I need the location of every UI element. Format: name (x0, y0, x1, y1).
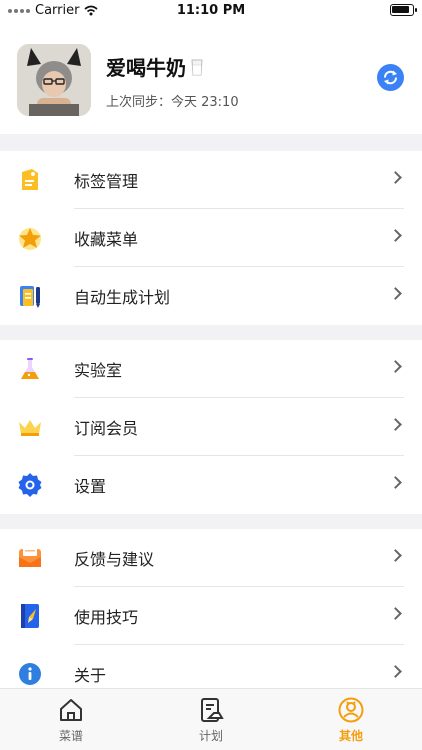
star-icon (16, 224, 44, 252)
menu-item-usage-tips[interactable]: 使用技巧 (0, 587, 422, 645)
menu-item-label: 关于 (74, 666, 107, 685)
menu-item-tag-management[interactable]: 标签管理 (0, 151, 422, 209)
menu-item-settings[interactable]: 设置 (0, 456, 422, 514)
menu-item-lab[interactable]: 实验室 (0, 340, 422, 398)
chevron-right-icon (389, 360, 402, 373)
tag-icon (16, 166, 44, 194)
tab-recipes[interactable]: 菜谱 (41, 697, 101, 744)
menu-item-label: 订阅会员 (74, 419, 139, 438)
menu-group-general: 标签管理 收藏菜单 自动生成计划 (0, 151, 422, 325)
sync-button[interactable] (377, 64, 404, 91)
menu-item-feedback[interactable]: 反馈与建议 (0, 529, 422, 587)
crown-icon (16, 413, 44, 441)
menu-item-label: 自动生成计划 (74, 288, 171, 307)
info-icon (16, 660, 44, 688)
battery-icon (390, 4, 417, 16)
menu-item-label: 标签管理 (74, 172, 139, 191)
profile-header: 爱喝牛奶 上次同步：今天 23:10 (0, 22, 422, 134)
milk-glass-icon (191, 59, 203, 75)
menu-item-label: 设置 (74, 477, 107, 496)
status-bar: Carrier 11:10 PM (0, 0, 422, 22)
chevron-right-icon (389, 607, 402, 620)
tab-plan[interactable]: 计划 (181, 697, 241, 744)
menu-group-help: 反馈与建议 使用技巧 关于 (0, 529, 422, 703)
menu-item-subscription[interactable]: 订阅会员 (0, 398, 422, 456)
avatar[interactable] (17, 44, 91, 116)
menu-item-label: 收藏菜单 (74, 230, 139, 249)
chevron-right-icon (389, 549, 402, 562)
username: 爱喝牛奶 (106, 52, 204, 81)
menu-group-features: 实验室 订阅会员 设置 (0, 340, 422, 514)
menu-item-favorite-menus[interactable]: 收藏菜单 (0, 209, 422, 267)
chevron-right-icon (389, 229, 402, 242)
tab-bar: 菜谱 计划 其他 (0, 688, 422, 750)
tab-other[interactable]: 其他 (321, 697, 381, 744)
menu-item-label: 使用技巧 (74, 608, 139, 627)
tab-label: 菜谱 (58, 729, 83, 743)
other-icon (338, 697, 364, 723)
menu-item-label: 反馈与建议 (74, 550, 155, 569)
mailbox-icon (16, 544, 44, 572)
chevron-right-icon (389, 418, 402, 431)
tab-label: 计划 (198, 729, 223, 743)
chevron-right-icon (389, 171, 402, 184)
plan-icon (201, 698, 224, 722)
plan-generate-icon (16, 282, 44, 310)
menu-item-label: 实验室 (74, 361, 123, 380)
last-sync-text: 上次同步：今天 23:10 (106, 95, 239, 110)
menu-item-auto-generate-plan[interactable]: 自动生成计划 (0, 267, 422, 325)
gear-icon (16, 471, 44, 499)
username-text: 爱喝牛奶 (106, 56, 186, 80)
guide-book-icon (16, 602, 44, 630)
flask-icon (16, 355, 44, 383)
chevron-right-icon (389, 476, 402, 489)
tab-label: 其他 (338, 729, 363, 743)
chevron-right-icon (389, 665, 402, 678)
refresh-icon (384, 70, 397, 85)
home-icon (60, 699, 82, 721)
chevron-right-icon (389, 287, 402, 300)
status-time: 11:10 PM (176, 3, 246, 18)
